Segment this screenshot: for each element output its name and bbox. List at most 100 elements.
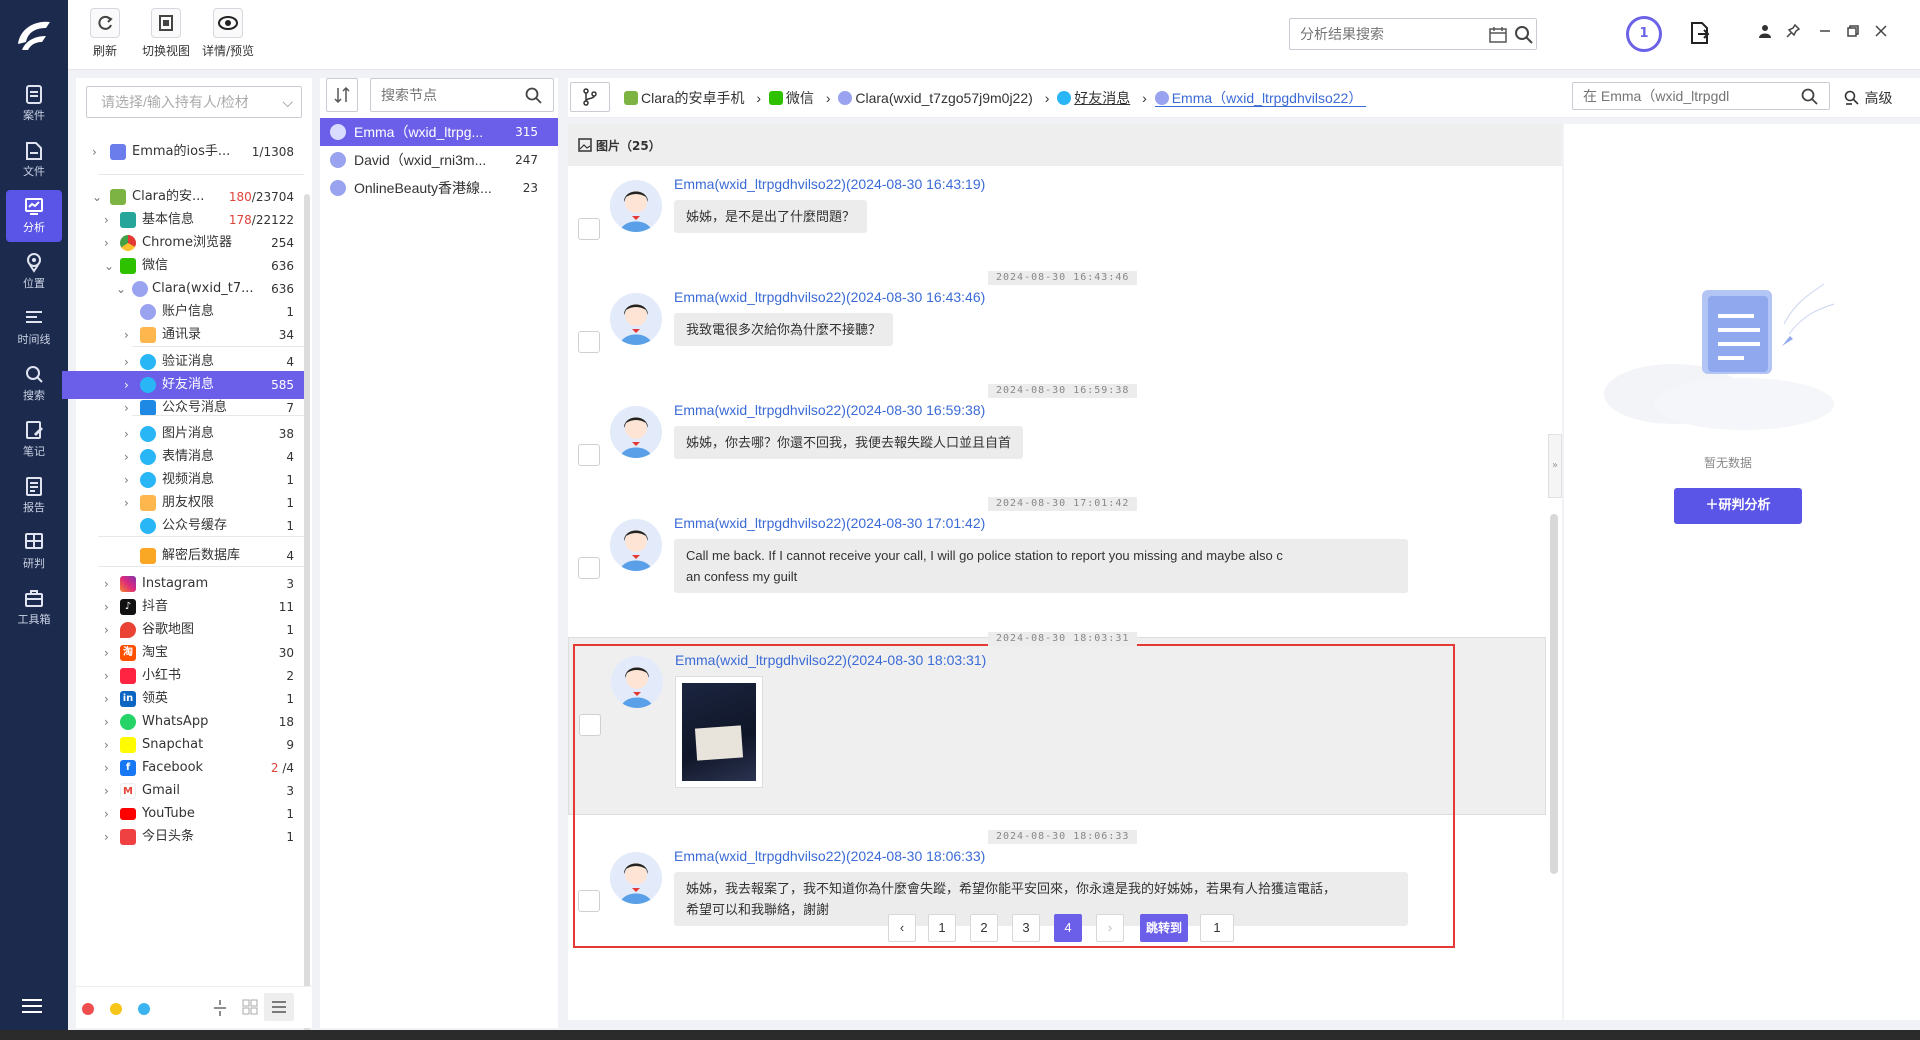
minimize-icon[interactable] [1818,24,1832,38]
message-sender[interactable]: Emma(wxid_ltrpgdhvilso22)(2024-08-30 17:… [674,515,985,531]
basic-info-icon [120,212,136,228]
chat-header-title: 图片（25） [596,139,661,153]
page-button-1[interactable]: 1 [928,914,956,942]
user-icon[interactable] [1758,24,1772,38]
message-sender[interactable]: Emma(wxid_ltrpgdhvilso22)(2024-08-30 16:… [674,402,985,418]
yellow-status-dot[interactable] [110,1003,122,1015]
node-search-field[interactable] [370,78,554,112]
nav-judge[interactable]: 研判 [6,526,62,578]
nav-analysis[interactable]: 分析 [6,190,62,242]
message-timestamp: 2024-08-30 17:01:42 [988,497,1138,511]
chat-search-field[interactable] [1572,82,1830,110]
advanced-search-button[interactable]: 高级 [1844,88,1892,108]
contact-name: Emma（wxid_ltrpg... [354,124,484,140]
hamburger-menu-icon[interactable] [20,996,44,1016]
nav-search[interactable]: 搜索 [6,358,62,410]
jump-page-input[interactable]: 1 [1200,914,1234,942]
node-search-input[interactable] [371,79,511,111]
nav-note[interactable]: 笔记 [6,414,62,466]
restore-icon[interactable] [1846,24,1860,38]
tree-item-emma-ios[interactable]: › Emma的ios手... 1/1308 [76,138,308,166]
breadcrumb-item-device[interactable]: Clara的安卓手机 [624,90,748,106]
task-progress-indicator[interactable]: 1 [1626,16,1662,52]
switch-view-button[interactable]: 切换视图 [142,8,190,59]
breadcrumb-item-contact[interactable]: Emma（wxid_ltrpgdhvilso22） [1154,90,1367,107]
message-bubble: 姊姊，是不是出了什麼問題？ [674,200,868,233]
grid-view-icon[interactable] [242,999,258,1015]
close-icon[interactable] [1874,24,1888,38]
breadcrumb-item-wechat[interactable]: 微信 [768,90,818,106]
page-button-2[interactable]: 2 [970,914,998,942]
message-checkbox[interactable] [578,218,600,240]
jump-to-page-button[interactable]: 跳转到 [1140,914,1188,942]
search-icon[interactable] [525,87,543,105]
holder-select[interactable]: 请选择/输入持有人/检材 ⌵ [86,86,302,118]
message-checkbox[interactable] [578,557,600,579]
tree-item-toutiao[interactable]: › 今日头条 1 [76,823,308,851]
sort-button[interactable] [326,78,358,112]
chevron-right-icon[interactable]: › [124,394,129,422]
detail-preview-button[interactable]: 详情/预览 [202,8,254,59]
message-sender[interactable]: Emma(wxid_ltrpgdhvilso22)(2024-08-30 18:… [675,652,986,668]
next-page-button[interactable]: › [1096,914,1124,942]
message-sender[interactable]: Emma(wxid_ltrpgdhvilso22)(2024-08-30 16:… [674,176,985,192]
message-checkbox[interactable] [578,890,600,912]
pin-icon[interactable] [1786,24,1800,38]
image-attachment[interactable] [675,676,763,788]
contact-item-david[interactable]: David（wxid_rni3m... 247 [320,146,558,174]
tree-item-contacts[interactable]: › 通讯录 34 [76,321,308,349]
page-button-4[interactable]: 4 [1054,914,1082,942]
message-timestamp: 2024-08-30 16:59:38 [988,384,1138,398]
page-button-3[interactable]: 3 [1012,914,1040,942]
nav-case[interactable]: 案件 [6,78,62,130]
export-icon[interactable] [1688,20,1712,46]
default-avatar-icon [611,656,663,708]
tree-item-official-msg[interactable]: › 公众号消息 7 [76,394,308,422]
chat-search-input[interactable] [1573,83,1783,109]
message-sender[interactable]: Emma(wxid_ltrpgdhvilso22)(2024-08-30 16:… [674,289,985,305]
message-sender[interactable]: Emma(wxid_ltrpgdhvilso22)(2024-08-30 18:… [674,848,985,864]
contact-count: 23 [522,181,538,195]
analyze-button[interactable]: ＋研判分析 [1674,488,1802,524]
case-icon [26,85,42,104]
avatar [610,519,662,571]
message-row-selected[interactable]: Emma(wxid_ltrpgdhvilso22)(2024-08-30 18:… [568,637,1546,815]
tree-divider [132,415,304,416]
panel-collapse-handle[interactable]: » [1548,434,1562,498]
result-search-input[interactable] [1290,19,1470,49]
empty-state-text: 暂无数据 [1704,456,1753,470]
red-status-dot[interactable] [82,1003,94,1015]
branch-button[interactable] [570,82,610,112]
message-checkbox[interactable] [578,331,600,353]
calendar-icon[interactable] [1488,25,1508,45]
message-checkbox[interactable] [578,444,600,466]
youtube-icon [120,808,136,820]
chevron-right-icon[interactable]: › [104,823,109,851]
chat-scrollbar[interactable] [1550,514,1558,874]
breadcrumb-separator: › [1044,90,1050,106]
collapse-all-icon[interactable] [212,999,228,1017]
result-search-field[interactable] [1289,18,1537,50]
blue-status-dot[interactable] [138,1003,150,1015]
chevron-right-icon[interactable]: › [124,321,129,349]
contact-item-emma[interactable]: Emma（wxid_ltrpg... 315 [320,118,558,146]
tree-scrollbar[interactable] [304,194,310,1034]
contact-count: 315 [515,125,538,139]
nav-report[interactable]: 报告 [6,470,62,522]
judge-icon [25,533,43,549]
search-icon [26,366,43,383]
message-checkbox[interactable] [579,714,601,736]
chevron-right-icon[interactable]: › [92,138,97,166]
nav-file[interactable]: 文件 [6,134,62,186]
refresh-button[interactable]: 刷新 [90,8,120,59]
contact-item-onlinebeauty[interactable]: OnlineBeauty香港線... 23 [320,174,558,202]
breadcrumb-item-friend-msg[interactable]: 好友消息 [1057,90,1134,106]
breadcrumb-item-account[interactable]: Clara(wxid_t7zgo57j9m0j22) [838,90,1036,106]
search-icon[interactable] [1514,25,1534,45]
prev-page-button[interactable]: ‹ [888,914,916,942]
search-icon[interactable] [1801,88,1819,106]
list-view-button[interactable] [264,993,294,1021]
nav-toolbox[interactable]: 工具箱 [6,582,62,634]
nav-location[interactable]: 位置 [6,246,62,298]
nav-timeline[interactable]: 时间线 [6,302,62,354]
